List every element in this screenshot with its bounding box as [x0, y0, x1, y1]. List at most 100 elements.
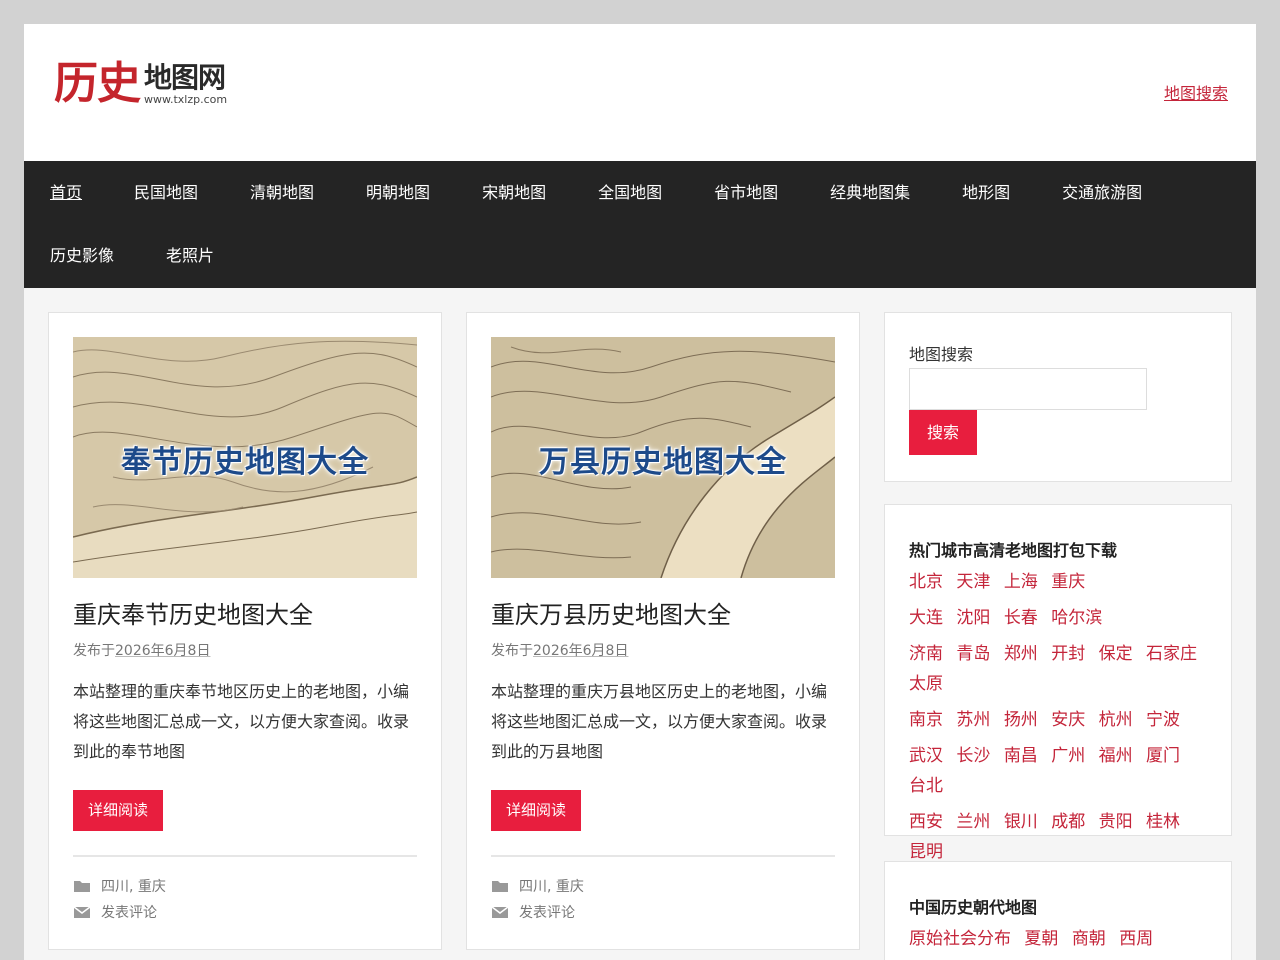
site-logo[interactable]: 历史 地图网 www.txlzp.com — [54, 62, 227, 106]
widget-link[interactable]: 台北 — [909, 776, 943, 796]
logo-url: www.txlzp.com — [144, 92, 228, 106]
widget-link[interactable]: 大连 — [909, 608, 943, 628]
widget-link[interactable]: 兰州 — [956, 812, 990, 832]
widget-link[interactable]: 苏州 — [956, 710, 990, 730]
post-card: 万县历史地图大全 重庆万县历史地图大全 发布于2026年6月8日 本站整理的重庆… — [466, 312, 860, 950]
widget-link[interactable]: 北京 — [909, 572, 943, 592]
post-title[interactable]: 重庆万县历史地图大全 — [491, 595, 731, 630]
widget-link[interactable]: 福州 — [1099, 746, 1133, 766]
content-area: 奉节历史地图大全 重庆奉节历史地图大全 发布于2026年6月8日 本站整理的重庆… — [24, 288, 1256, 960]
thumbnail-title: 万县历史地图大全 — [539, 445, 787, 480]
read-more-button[interactable]: 详细阅读 — [73, 790, 163, 831]
category-links[interactable]: 四川, 重庆 — [101, 876, 166, 896]
nav-item-home[interactable]: 首页 — [24, 161, 108, 224]
logo-sub-text: 地图网 — [144, 60, 226, 94]
widget-link[interactable]: 桂林 — [1146, 812, 1180, 832]
post-thumbnail[interactable]: 万县历史地图大全 — [491, 337, 835, 578]
widget-link[interactable]: 保定 — [1099, 644, 1133, 664]
post-thumbnail[interactable]: 奉节历史地图大全 — [73, 337, 417, 578]
widget-link[interactable]: 昆明 — [909, 842, 943, 862]
widget-link[interactable]: 西周 — [1119, 929, 1153, 949]
nav-item-province[interactable]: 省市地图 — [688, 161, 804, 224]
nav-item-atlas[interactable]: 经典地图集 — [804, 161, 936, 224]
nav-item-photos[interactable]: 老照片 — [140, 224, 240, 287]
nav-item-imagery[interactable]: 历史影像 — [24, 224, 140, 287]
post-excerpt: 本站整理的重庆万县地区历史上的老地图，小编将这些地图汇总成一文，以方便大家查阅。… — [491, 682, 828, 761]
widget-link[interactable]: 银川 — [1004, 812, 1038, 832]
read-more-button[interactable]: 详细阅读 — [491, 790, 581, 831]
nav-item-ming[interactable]: 明朝地图 — [340, 161, 456, 224]
widget-link[interactable]: 沈阳 — [956, 608, 990, 628]
search-input[interactable] — [909, 368, 1147, 410]
widget-link[interactable]: 扬州 — [1004, 710, 1038, 730]
envelope-icon — [491, 906, 509, 918]
widget-link[interactable]: 原始社会分布 — [909, 929, 1011, 949]
nav-item-song[interactable]: 宋朝地图 — [456, 161, 572, 224]
post-date[interactable]: 2026年6月8日 — [115, 643, 210, 659]
widget-link[interactable]: 开封 — [1051, 644, 1085, 664]
widget-link[interactable]: 石家庄 — [1146, 644, 1197, 664]
widget-link[interactable]: 南京 — [909, 710, 943, 730]
search-widget: 地图搜索 搜索 — [884, 312, 1232, 482]
widget-link[interactable]: 南昌 — [1004, 746, 1038, 766]
widget-link[interactable]: 贵阳 — [1099, 812, 1133, 832]
widget-link[interactable]: 西安 — [909, 812, 943, 832]
category-links[interactable]: 四川, 重庆 — [519, 876, 584, 896]
link-row: 北京 天津 上海 重庆 — [909, 567, 1209, 597]
post-excerpt: 本站整理的重庆奉节地区历史上的老地图，小编将这些地图汇总成一文，以方便大家查阅。… — [73, 682, 410, 761]
post-categories: 四川, 重庆 — [491, 876, 584, 896]
widget-link[interactable]: 武汉 — [909, 746, 943, 766]
widget-title: 中国历史朝代地图 — [909, 898, 1038, 917]
link-row: 济南 青岛 郑州 开封 保定 石家庄 太原 — [909, 639, 1209, 699]
widget-link[interactable]: 广州 — [1051, 746, 1085, 766]
post-date[interactable]: 2026年6月8日 — [533, 643, 628, 659]
link-row: 西安 兰州 银川 成都 贵阳 桂林 昆明 — [909, 807, 1209, 867]
dynasty-widget: 中国历史朝代地图 原始社会分布 夏朝 商朝 西周 — [884, 861, 1232, 960]
divider — [491, 855, 835, 857]
widget-link[interactable]: 太原 — [909, 674, 943, 694]
nav-item-national[interactable]: 全国地图 — [572, 161, 688, 224]
widget-link[interactable]: 宁波 — [1146, 710, 1180, 730]
nav-item-qing[interactable]: 清朝地图 — [224, 161, 340, 224]
header-map-search-link[interactable]: 地图搜索 — [1164, 80, 1228, 104]
search-label: 地图搜索 — [909, 345, 974, 364]
thumbnail-title: 奉节历史地图大全 — [121, 445, 369, 480]
widget-link[interactable]: 长沙 — [956, 746, 990, 766]
folder-icon — [492, 881, 508, 892]
widget-link[interactable]: 天津 — [956, 572, 990, 592]
post-comments: 发表评论 — [491, 902, 575, 922]
nav-item-terrain[interactable]: 地形图 — [936, 161, 1036, 224]
post-card: 奉节历史地图大全 重庆奉节历史地图大全 发布于2026年6月8日 本站整理的重庆… — [48, 312, 442, 950]
widget-link[interactable]: 杭州 — [1099, 710, 1133, 730]
widget-link[interactable]: 哈尔滨 — [1051, 608, 1102, 628]
widget-link[interactable]: 济南 — [909, 644, 943, 664]
widget-title: 热门城市高清老地图打包下载 — [909, 541, 1118, 560]
comment-link[interactable]: 发表评论 — [519, 902, 575, 922]
dynasty-links: 原始社会分布 夏朝 商朝 西周 — [909, 924, 1209, 960]
page: 历史 地图网 www.txlzp.com 地图搜索 首页 民国地图 清朝地图 明… — [24, 24, 1256, 960]
widget-link[interactable]: 郑州 — [1004, 644, 1038, 664]
folder-icon — [74, 881, 90, 892]
widget-link[interactable]: 成都 — [1051, 812, 1085, 832]
widget-link[interactable]: 重庆 — [1051, 572, 1085, 592]
search-button[interactable]: 搜索 — [909, 410, 977, 455]
post-title[interactable]: 重庆奉节历史地图大全 — [73, 595, 313, 630]
city-links: 北京 天津 上海 重庆 大连 沈阳 长春 哈尔滨 济南 青岛 郑州 开封 保定 … — [909, 567, 1209, 873]
widget-link[interactable]: 上海 — [1004, 572, 1038, 592]
widget-link[interactable]: 青岛 — [956, 644, 990, 664]
widget-link[interactable]: 安庆 — [1051, 710, 1085, 730]
nav-item-minguo[interactable]: 民国地图 — [108, 161, 224, 224]
nav-item-travel[interactable]: 交通旅游图 — [1036, 161, 1168, 224]
link-row: 大连 沈阳 长春 哈尔滨 — [909, 603, 1209, 633]
comment-link[interactable]: 发表评论 — [101, 902, 157, 922]
link-row: 武汉 长沙 南昌 广州 福州 厦门 台北 — [909, 741, 1209, 801]
post-meta: 发布于2026年6月8日 — [491, 643, 629, 659]
post-categories: 四川, 重庆 — [73, 876, 166, 896]
widget-link[interactable]: 长春 — [1004, 608, 1038, 628]
widget-link[interactable]: 商朝 — [1072, 929, 1106, 949]
post-meta: 发布于2026年6月8日 — [73, 643, 211, 659]
divider — [73, 855, 417, 857]
widget-link[interactable]: 厦门 — [1146, 746, 1180, 766]
widget-link[interactable]: 夏朝 — [1024, 929, 1058, 949]
link-row: 原始社会分布 夏朝 商朝 西周 — [909, 924, 1209, 954]
